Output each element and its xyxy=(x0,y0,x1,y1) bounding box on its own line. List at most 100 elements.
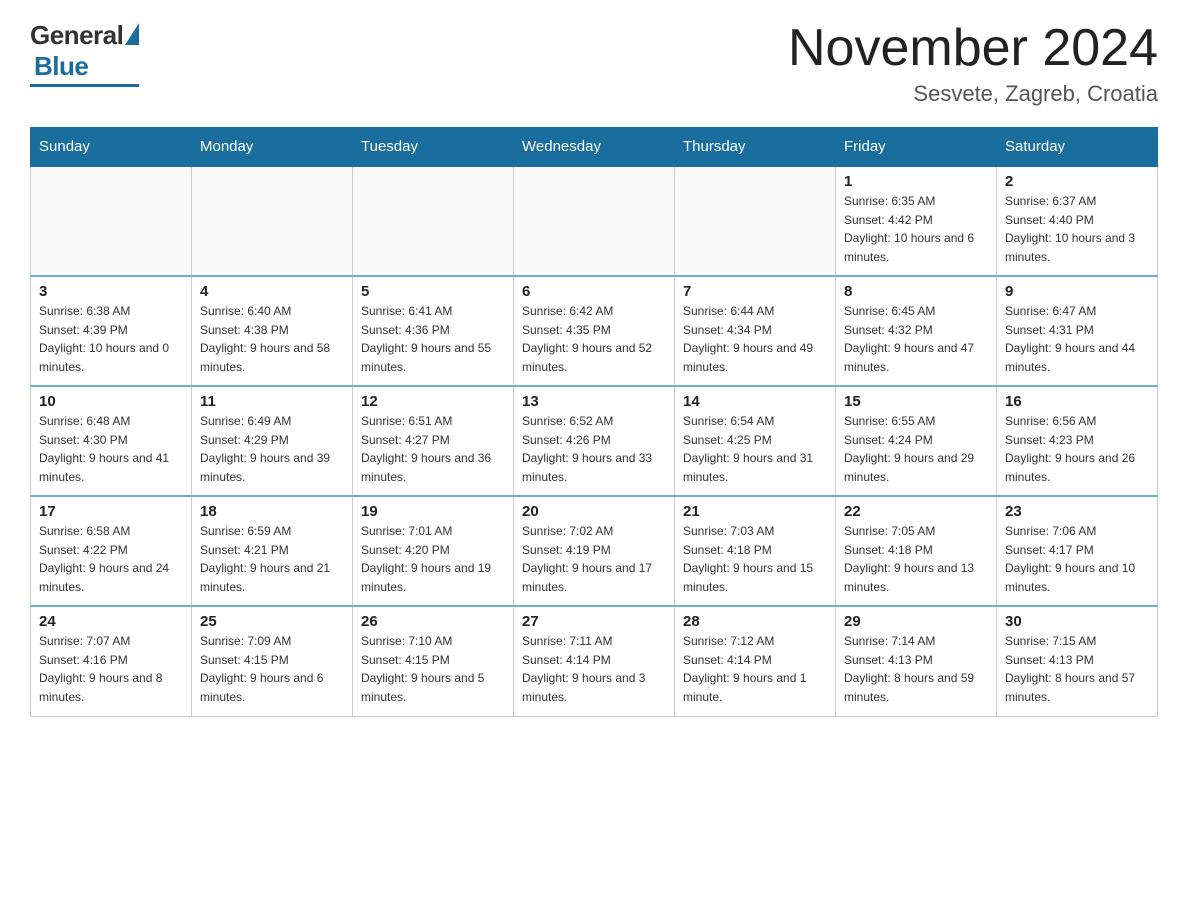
page-header: General Blue November 2024 Sesvete, Zagr… xyxy=(30,20,1158,107)
day-number: 7 xyxy=(683,283,827,300)
calendar-cell: 27Sunrise: 7:11 AMSunset: 4:14 PMDayligh… xyxy=(514,606,675,716)
calendar-cell xyxy=(514,166,675,276)
day-info: Sunrise: 7:01 AMSunset: 4:20 PMDaylight:… xyxy=(361,524,491,594)
day-info: Sunrise: 7:02 AMSunset: 4:19 PMDaylight:… xyxy=(522,524,652,594)
day-info: Sunrise: 6:38 AMSunset: 4:39 PMDaylight:… xyxy=(39,304,169,374)
column-header-saturday: Saturday xyxy=(997,128,1158,167)
day-number: 3 xyxy=(39,283,183,300)
day-info: Sunrise: 6:45 AMSunset: 4:32 PMDaylight:… xyxy=(844,304,974,374)
day-number: 17 xyxy=(39,503,183,520)
day-info: Sunrise: 7:11 AMSunset: 4:14 PMDaylight:… xyxy=(522,634,645,704)
day-info: Sunrise: 7:06 AMSunset: 4:17 PMDaylight:… xyxy=(1005,524,1135,594)
calendar-cell xyxy=(192,166,353,276)
day-info: Sunrise: 6:59 AMSunset: 4:21 PMDaylight:… xyxy=(200,524,330,594)
day-info: Sunrise: 7:07 AMSunset: 4:16 PMDaylight:… xyxy=(39,634,162,704)
day-info: Sunrise: 6:37 AMSunset: 4:40 PMDaylight:… xyxy=(1005,194,1135,264)
day-info: Sunrise: 7:12 AMSunset: 4:14 PMDaylight:… xyxy=(683,634,806,704)
calendar-cell: 1 Sunrise: 6:35 AMSunset: 4:42 PMDaylight… xyxy=(836,166,997,276)
day-number: 26 xyxy=(361,613,505,630)
calendar-cell: 6 Sunrise: 6:42 AMSunset: 4:35 PMDaylight… xyxy=(514,276,675,386)
day-number: 15 xyxy=(844,393,988,410)
day-info: Sunrise: 6:47 AMSunset: 4:31 PMDaylight:… xyxy=(1005,304,1135,374)
logo-general-text: General xyxy=(30,20,123,51)
column-header-tuesday: Tuesday xyxy=(353,128,514,167)
column-header-sunday: Sunday xyxy=(31,128,192,167)
logo-triangle-icon xyxy=(125,23,139,45)
calendar-cell: 21Sunrise: 7:03 AMSunset: 4:18 PMDayligh… xyxy=(675,496,836,606)
calendar-cell: 8 Sunrise: 6:45 AMSunset: 4:32 PMDaylight… xyxy=(836,276,997,386)
calendar-cell: 11Sunrise: 6:49 AMSunset: 4:29 PMDayligh… xyxy=(192,386,353,496)
day-info: Sunrise: 6:42 AMSunset: 4:35 PMDaylight:… xyxy=(522,304,652,374)
calendar-cell: 18 Sunrise: 6:59 AMSunset: 4:21 PMDayligh… xyxy=(192,496,353,606)
day-info: Sunrise: 7:15 AMSunset: 4:13 PMDaylight:… xyxy=(1005,634,1135,704)
calendar-cell: 20 Sunrise: 7:02 AMSunset: 4:19 PMDayligh… xyxy=(514,496,675,606)
day-info: Sunrise: 7:05 AMSunset: 4:18 PMDaylight:… xyxy=(844,524,974,594)
day-info: Sunrise: 6:40 AMSunset: 4:38 PMDaylight:… xyxy=(200,304,330,374)
calendar-week-row: 24 Sunrise: 7:07 AMSunset: 4:16 PMDayligh… xyxy=(31,606,1158,716)
calendar-cell xyxy=(675,166,836,276)
calendar-cell: 23 Sunrise: 7:06 AMSunset: 4:17 PMDayligh… xyxy=(997,496,1158,606)
column-header-wednesday: Wednesday xyxy=(514,128,675,167)
day-info: Sunrise: 6:55 AMSunset: 4:24 PMDaylight:… xyxy=(844,414,974,484)
day-info: Sunrise: 7:10 AMSunset: 4:15 PMDaylight:… xyxy=(361,634,484,704)
day-number: 10 xyxy=(39,393,183,410)
column-header-monday: Monday xyxy=(192,128,353,167)
month-title: November 2024 xyxy=(788,20,1158,77)
column-header-friday: Friday xyxy=(836,128,997,167)
day-number: 28 xyxy=(683,613,827,630)
day-number: 9 xyxy=(1005,283,1149,300)
day-info: Sunrise: 6:52 AMSunset: 4:26 PMDaylight:… xyxy=(522,414,652,484)
day-number: 6 xyxy=(522,283,666,300)
day-number: 16 xyxy=(1005,393,1149,410)
day-number: 13 xyxy=(522,393,666,410)
logo: General Blue xyxy=(30,20,139,87)
logo-underline xyxy=(30,84,139,87)
day-info: Sunrise: 6:35 AMSunset: 4:42 PMDaylight:… xyxy=(844,194,974,264)
day-number: 11 xyxy=(200,393,344,410)
day-number: 14 xyxy=(683,393,827,410)
day-info: Sunrise: 7:14 AMSunset: 4:13 PMDaylight:… xyxy=(844,634,974,704)
day-info: Sunrise: 6:44 AMSunset: 4:34 PMDaylight:… xyxy=(683,304,813,374)
calendar-cell: 17 Sunrise: 6:58 AMSunset: 4:22 PMDayligh… xyxy=(31,496,192,606)
calendar-cell: 9 Sunrise: 6:47 AMSunset: 4:31 PMDaylight… xyxy=(997,276,1158,386)
day-number: 4 xyxy=(200,283,344,300)
day-info: Sunrise: 6:41 AMSunset: 4:36 PMDaylight:… xyxy=(361,304,491,374)
calendar-cell: 7 Sunrise: 6:44 AMSunset: 4:34 PMDaylight… xyxy=(675,276,836,386)
day-number: 12 xyxy=(361,393,505,410)
day-info: Sunrise: 6:58 AMSunset: 4:22 PMDaylight:… xyxy=(39,524,169,594)
calendar-cell: 25 Sunrise: 7:09 AMSunset: 4:15 PMDayligh… xyxy=(192,606,353,716)
day-info: Sunrise: 6:54 AMSunset: 4:25 PMDaylight:… xyxy=(683,414,813,484)
calendar-cell: 28 Sunrise: 7:12 AMSunset: 4:14 PMDayligh… xyxy=(675,606,836,716)
calendar-cell: 29Sunrise: 7:14 AMSunset: 4:13 PMDayligh… xyxy=(836,606,997,716)
calendar-cell xyxy=(353,166,514,276)
calendar-cell: 22 Sunrise: 7:05 AMSunset: 4:18 PMDayligh… xyxy=(836,496,997,606)
calendar-cell: 12Sunrise: 6:51 AMSunset: 4:27 PMDayligh… xyxy=(353,386,514,496)
calendar-cell: 26 Sunrise: 7:10 AMSunset: 4:15 PMDayligh… xyxy=(353,606,514,716)
day-info: Sunrise: 6:56 AMSunset: 4:23 PMDaylight:… xyxy=(1005,414,1135,484)
calendar-cell: 24 Sunrise: 7:07 AMSunset: 4:16 PMDayligh… xyxy=(31,606,192,716)
day-number: 1 xyxy=(844,173,988,190)
day-number: 8 xyxy=(844,283,988,300)
calendar-cell: 2 Sunrise: 6:37 AMSunset: 4:40 PMDaylight… xyxy=(997,166,1158,276)
day-number: 24 xyxy=(39,613,183,630)
calendar-table: SundayMondayTuesdayWednesdayThursdayFrid… xyxy=(30,127,1158,717)
day-number: 23 xyxy=(1005,503,1149,520)
logo-blue-text: Blue xyxy=(34,51,88,82)
calendar-header-row: SundayMondayTuesdayWednesdayThursdayFrid… xyxy=(31,128,1158,167)
day-info: Sunrise: 7:09 AMSunset: 4:15 PMDaylight:… xyxy=(200,634,323,704)
calendar-cell xyxy=(31,166,192,276)
day-number: 22 xyxy=(844,503,988,520)
calendar-cell: 14 Sunrise: 6:54 AMSunset: 4:25 PMDayligh… xyxy=(675,386,836,496)
calendar-week-row: 1 Sunrise: 6:35 AMSunset: 4:42 PMDaylight… xyxy=(31,166,1158,276)
calendar-cell: 30 Sunrise: 7:15 AMSunset: 4:13 PMDayligh… xyxy=(997,606,1158,716)
day-number: 20 xyxy=(522,503,666,520)
day-number: 18 xyxy=(200,503,344,520)
day-number: 25 xyxy=(200,613,344,630)
day-info: Sunrise: 6:48 AMSunset: 4:30 PMDaylight:… xyxy=(39,414,169,484)
day-info: Sunrise: 7:03 AMSunset: 4:18 PMDaylight:… xyxy=(683,524,813,594)
day-number: 30 xyxy=(1005,613,1149,630)
calendar-cell: 19Sunrise: 7:01 AMSunset: 4:20 PMDayligh… xyxy=(353,496,514,606)
day-number: 2 xyxy=(1005,173,1149,190)
title-section: November 2024 Sesvete, Zagreb, Croatia xyxy=(788,20,1158,107)
calendar-week-row: 10 Sunrise: 6:48 AMSunset: 4:30 PMDayligh… xyxy=(31,386,1158,496)
